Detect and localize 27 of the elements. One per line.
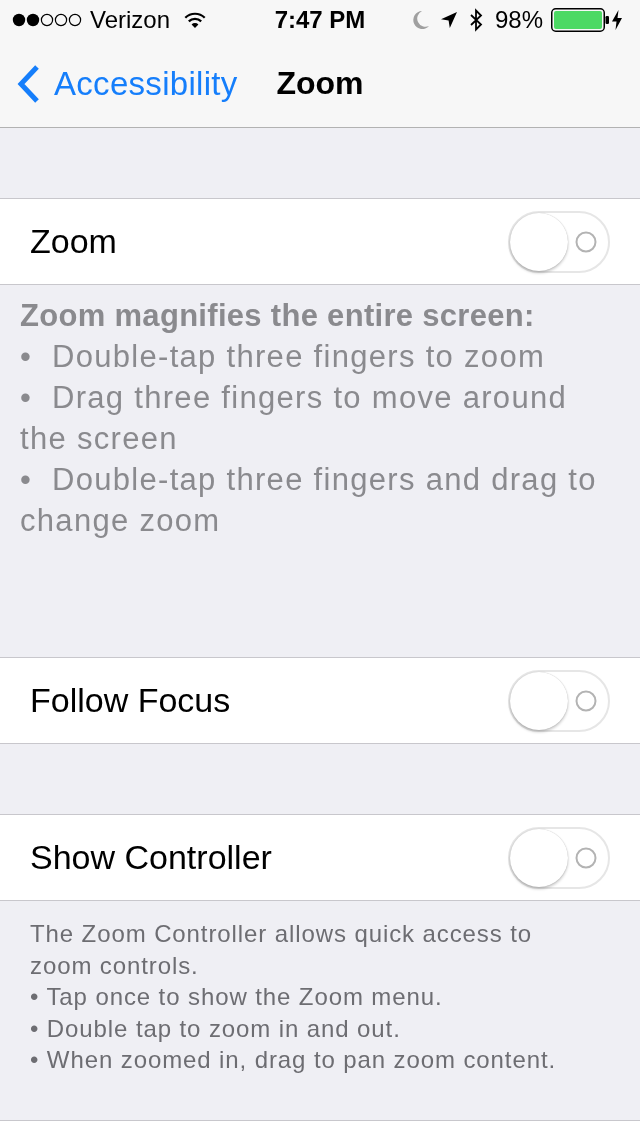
ring-icon bbox=[575, 689, 597, 712]
footer-text: • Double-tap three fingers and drag to change zoom bbox=[20, 461, 598, 540]
setting-label: Follow Focus bbox=[30, 681, 231, 720]
ring-icon bbox=[575, 846, 597, 869]
footer-heading: Zoom magnifies the entire screen: bbox=[20, 297, 536, 335]
signal-strength-icon bbox=[12, 13, 82, 27]
lightning-bolt-icon bbox=[612, 10, 622, 30]
chevron-left-icon bbox=[17, 63, 41, 104]
setting-label: Zoom bbox=[30, 222, 117, 261]
footer-text: • Drag three fingers to move around the screen bbox=[20, 379, 569, 458]
setting-label: Show Controller bbox=[30, 838, 272, 877]
footer-text: • When zoomed in, drag to pan zoom content. bbox=[30, 1045, 558, 1075]
wifi-icon bbox=[184, 12, 207, 28]
page-title: Zoom bbox=[276, 65, 364, 102]
bluetooth-icon bbox=[468, 8, 483, 32]
battery-percentage: 98% bbox=[494, 6, 543, 34]
back-button[interactable]: Accessibility bbox=[0, 63, 238, 104]
footer-text: • Tap once to show the Zoom menu. bbox=[30, 982, 444, 1012]
ring-icon bbox=[575, 230, 597, 253]
footer-text: • Double tap to zoom in and out. bbox=[30, 1013, 402, 1044]
footer-text: The Zoom Controller allows quick access to zoom controls. bbox=[30, 919, 533, 981]
status-time: 7:47 PM bbox=[274, 6, 366, 34]
footer-text: • Double-tap three fingers to zoom bbox=[20, 338, 547, 376]
battery-icon bbox=[551, 8, 609, 32]
moon-icon bbox=[410, 10, 429, 30]
carrier-name: Verizon bbox=[90, 6, 171, 34]
location-arrow-icon bbox=[440, 12, 457, 28]
